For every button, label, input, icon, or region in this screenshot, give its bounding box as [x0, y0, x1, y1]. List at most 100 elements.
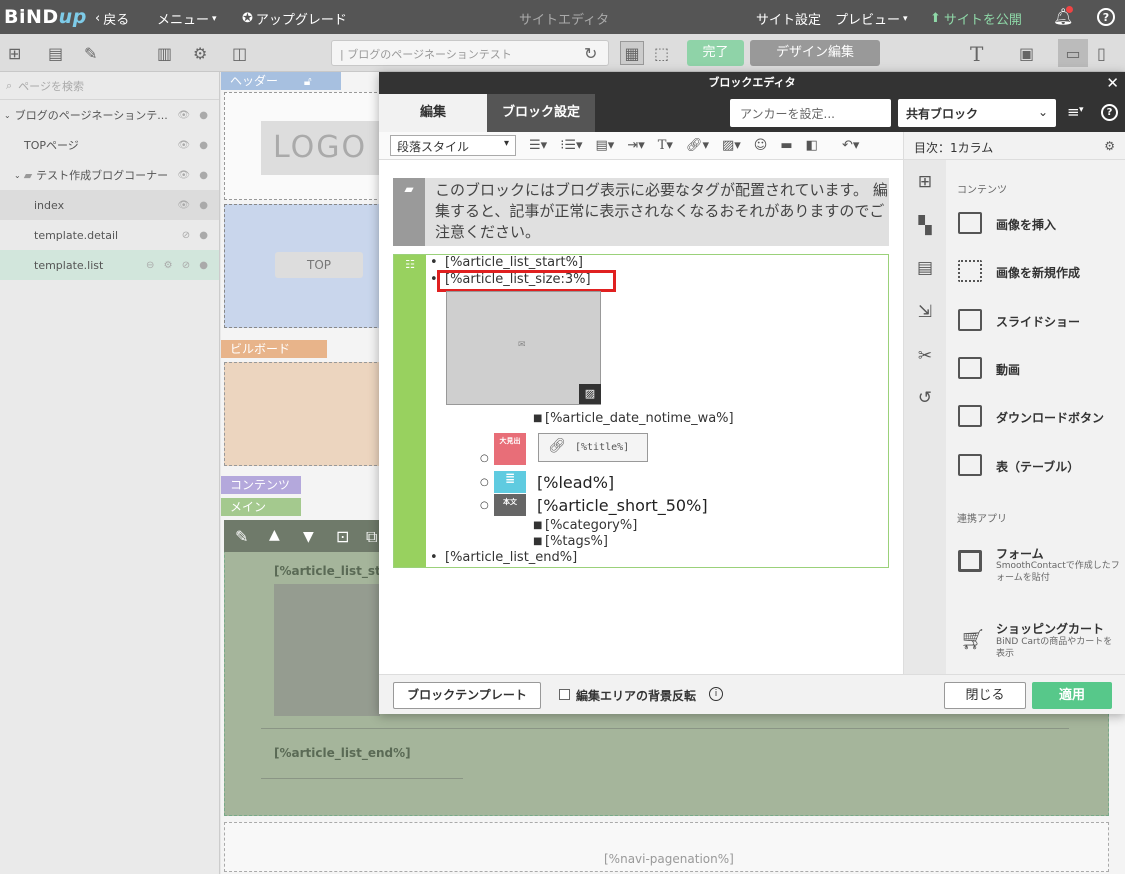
- align-icon[interactable]: ☰▾: [529, 138, 547, 153]
- add-block-icon[interactable]: ⊡: [336, 527, 349, 546]
- column-icon[interactable]: ◧: [806, 138, 818, 153]
- header-section-label[interactable]: ヘッダー 🔓︎: [221, 72, 341, 90]
- bindup-logo[interactable]: BiNDup: [4, 6, 87, 28]
- undo-icon[interactable]: ↶▾: [842, 138, 859, 153]
- list-icon[interactable]: ⁝☰▾: [560, 138, 582, 153]
- back-button[interactable]: ‹ 戻る: [95, 9, 129, 28]
- preview-button[interactable]: プレビュー ▾: [835, 9, 908, 28]
- gear-icon[interactable]: ⚙: [1104, 139, 1115, 153]
- anchor-input[interactable]: アンカーを設定...: [730, 99, 891, 127]
- move-down-icon[interactable]: ▼: [303, 529, 314, 545]
- edit-page-icon[interactable]: ✎: [84, 44, 97, 63]
- analytics-icon[interactable]: ▥: [157, 44, 172, 63]
- video-item[interactable]: 動画: [996, 361, 1020, 378]
- visibility-icon[interactable]: 👁︎ ●: [177, 110, 211, 121]
- move-up-icon[interactable]: ▲: [269, 527, 280, 543]
- search-input[interactable]: ページを検索: [18, 78, 84, 94]
- image-icon[interactable]: ▨▾: [722, 138, 741, 153]
- add-page-icon[interactable]: ⊞: [8, 44, 21, 63]
- visibility-icon[interactable]: 👁︎ ●: [177, 200, 211, 211]
- help-icon[interactable]: ?: [1101, 104, 1118, 121]
- billboard-section-label[interactable]: ビルボード: [221, 340, 327, 358]
- upgrade-button[interactable]: ✪ アップグレード: [242, 9, 347, 28]
- insert-image-item[interactable]: 画像を挿入: [996, 216, 1056, 233]
- close-button[interactable]: 閉じる: [944, 682, 1026, 709]
- top-nav-button[interactable]: TOP: [275, 252, 363, 278]
- shopping-cart-item[interactable]: ショッピングカート: [996, 620, 1104, 637]
- sidebar-item-index[interactable]: index 👁︎ ●: [0, 190, 219, 220]
- shared-block-select[interactable]: 共有ブロック ⌄: [898, 99, 1056, 127]
- paragraph-style-select[interactable]: 段落スタイル ▾: [390, 135, 516, 156]
- close-icon[interactable]: ✕: [1106, 74, 1119, 92]
- slideshow-item[interactable]: スライドショー: [996, 313, 1080, 330]
- page-actions-icons[interactable]: ⊖ ⚙ ⊘ ●: [146, 260, 211, 271]
- sidebar-item-site[interactable]: ⌄ ブログのページネーションテ... 👁︎ ●: [0, 100, 219, 130]
- horizontal-rule-icon[interactable]: ▬: [780, 138, 792, 153]
- help-icon[interactable]: ?: [1097, 8, 1115, 26]
- visibility-icon[interactable]: 👁︎ ●: [177, 170, 211, 181]
- modal-header: 編集 ブロック設定 アンカーを設定... 共有ブロック ⌄ ≡ ▾ ?: [379, 94, 1125, 132]
- block-format-icon[interactable]: ▤▾: [596, 138, 615, 153]
- tab-edit[interactable]: 編集: [379, 94, 487, 132]
- gear-icon[interactable]: ⚙: [193, 44, 207, 63]
- page-icon[interactable]: ▤: [48, 44, 63, 63]
- design-edit-button[interactable]: デザイン編集: [750, 40, 880, 66]
- sidebar-item-blog-corner[interactable]: ⌄ ▰ テスト作成ブログコーナー 👁︎ ●: [0, 160, 219, 190]
- main-section-label[interactable]: メイン: [221, 498, 301, 516]
- chevron-down-icon[interactable]: ▾: [1079, 105, 1084, 115]
- sidebar-item-template-list[interactable]: template.list ⊖ ⚙ ⊘ ●: [0, 250, 219, 280]
- reload-icon[interactable]: ↻: [584, 44, 597, 63]
- billboard-block[interactable]: [224, 362, 382, 466]
- text-style-icon[interactable]: T: [970, 42, 983, 66]
- article-list-block[interactable]: ☷ • [%article_list_start%] • [%article_l…: [393, 254, 889, 568]
- article-short: [%article_short_50%]: [537, 496, 708, 515]
- document-icon[interactable]: ▤: [904, 258, 946, 278]
- site-settings-button[interactable]: サイト設定: [756, 9, 821, 28]
- hidden-icon[interactable]: ⊘ ●: [182, 230, 211, 241]
- text-format-icon[interactable]: T▾: [658, 138, 673, 153]
- done-button[interactable]: 完了: [687, 40, 744, 66]
- menu-button[interactable]: メニュー ▾: [157, 9, 217, 28]
- block-template-button[interactable]: ブロックテンプレート: [393, 682, 541, 709]
- image-edit-icon[interactable]: ▨: [579, 384, 601, 404]
- visibility-icon[interactable]: 👁︎ ●: [177, 140, 211, 151]
- grid-view-icon[interactable]: ▦: [620, 41, 644, 65]
- apply-button[interactable]: 適用: [1032, 682, 1112, 709]
- medal-icon: ✪: [242, 11, 253, 26]
- create-image-item[interactable]: 画像を新規作成: [996, 264, 1080, 281]
- publish-button[interactable]: ⬆ サイトを公開: [930, 9, 1022, 28]
- table-item[interactable]: 表（テーブル）: [996, 458, 1079, 475]
- page-search[interactable]: ⌕ ページを検索: [0, 72, 219, 100]
- download-button-item[interactable]: ダウンロードボタン: [996, 409, 1104, 426]
- shapes-icon: [958, 260, 982, 282]
- pencil-icon[interactable]: ✎: [235, 527, 248, 546]
- contents-section-label[interactable]: コンテンツ: [221, 476, 301, 494]
- list-item: •: [430, 255, 438, 270]
- indent-icon[interactable]: ⇥▾: [627, 138, 644, 153]
- mobile-view-icon[interactable]: ▯: [1097, 44, 1106, 63]
- import-icon[interactable]: ⇲: [904, 302, 946, 322]
- copy-icon[interactable]: ⧉: [366, 527, 377, 547]
- menu-icon[interactable]: ≡: [1067, 103, 1080, 121]
- desktop-view-icon[interactable]: ▭: [1058, 39, 1088, 67]
- chevron-down-icon: ▾: [903, 13, 908, 24]
- add-icon[interactable]: ⊞: [904, 172, 946, 192]
- link-icon[interactable]: 🔗︎▾: [686, 138, 709, 153]
- tab-block-settings[interactable]: ブロック設定: [487, 94, 595, 132]
- sidebar-item-top[interactable]: TOPページ 👁︎ ●: [0, 130, 219, 160]
- invert-bg-checkbox[interactable]: [559, 689, 570, 700]
- thumbnail-image[interactable]: ✉ ▨: [446, 291, 601, 405]
- table-icon: [958, 454, 982, 476]
- select-icon[interactable]: ⬚: [654, 44, 669, 63]
- image-icon: [958, 212, 982, 234]
- history-icon[interactable]: ↺: [904, 388, 946, 408]
- sidebar-toggle-icon[interactable]: ◫: [232, 44, 247, 63]
- info-icon[interactable]: i: [709, 687, 723, 701]
- emoji-icon[interactable]: ☺: [754, 138, 768, 153]
- parts-icon[interactable]: ▚: [904, 216, 946, 236]
- layout-icon[interactable]: ▣: [1019, 44, 1034, 63]
- page-url-field[interactable]: | ブログのページネーションテスト: [331, 40, 609, 66]
- sidebar-item-template-detail[interactable]: template.detail ⊘ ●: [0, 220, 219, 250]
- tools-icon[interactable]: ✂: [904, 346, 946, 366]
- edit-area[interactable]: ▰ このブロックにはブログ表示に必要なタグが配置されています。 編集すると、記事…: [379, 160, 903, 674]
